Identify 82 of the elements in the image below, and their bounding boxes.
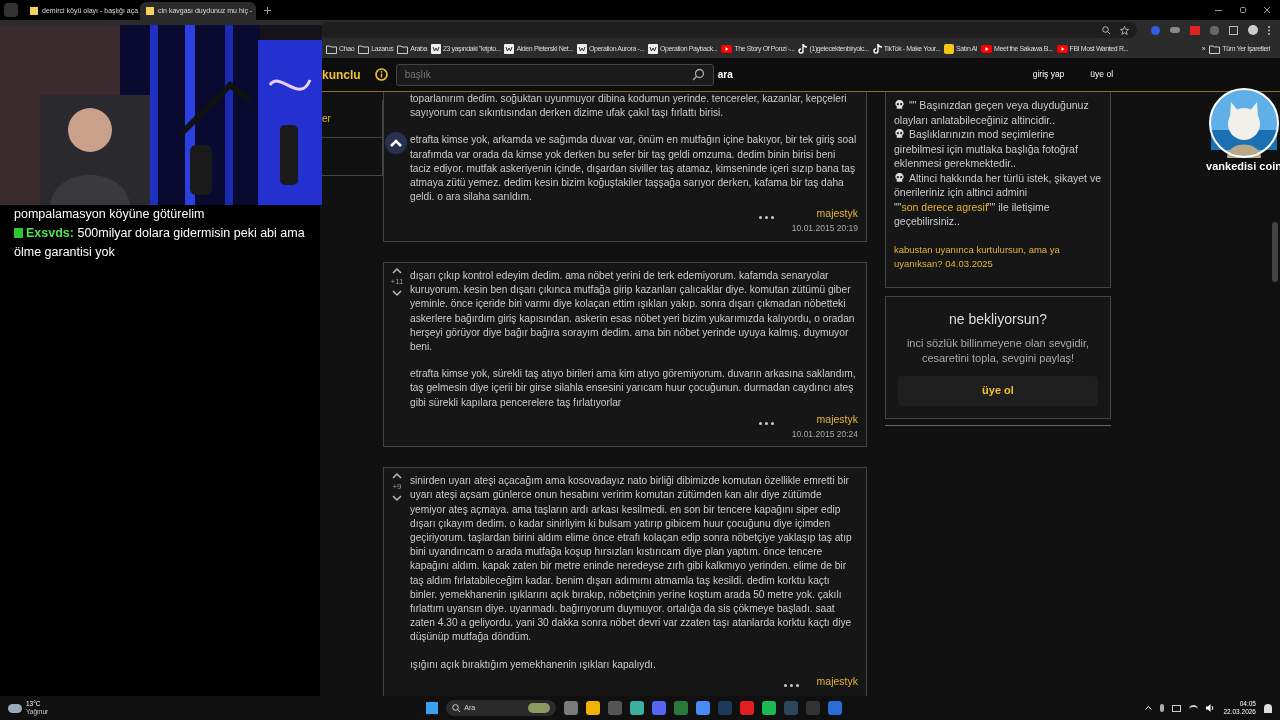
folder-icon — [397, 44, 409, 54]
author-link[interactable]: majestyk — [816, 673, 858, 690]
search-icon — [691, 68, 705, 81]
play-icon — [981, 45, 992, 53]
folder-icon — [358, 44, 370, 54]
app-icon[interactable] — [630, 701, 645, 715]
volume-icon[interactable] — [1206, 704, 1216, 712]
profile-icon[interactable] — [1248, 25, 1258, 35]
motto-text: kabustan uyanınca kurtulursun, ama ya uyanıksan? 04.03.2025 — [894, 242, 1061, 271]
page-icon — [577, 44, 587, 54]
new-tab-icon[interactable] — [264, 6, 271, 14]
vote-count: +9 — [392, 481, 402, 494]
search-highlight-icon — [528, 703, 551, 713]
rule-text: Başlıklarınızın mod seçimlerine girebilmesi için mutlaka başlığa fotoğraf eklenmesi gerekmektedir.. — [894, 127, 1079, 171]
upvote-icon[interactable] — [392, 472, 402, 480]
entry-paragraph: etrafta kimse yok, arkamda ve sağımda duvar var, önüm en mutfağın içine bakıyor, bir tek giriş soal tarafımda var orada da kimse yok derken bu sefer bir taş geldi omzuma. dedim binin birisi beni taciz ediyor. mutfak askeriyenin içinde, dışardan siviller taş atamaz, kimseninde içeri sızıp bana taş atmaya zütü yemez. dedim kesin bizim koğuştakiler taşşağa sarıyor derken, kafama bir taş daha geldi. o ara silaha sarıldım. — [410, 133, 858, 205]
search-field[interactable]: başlık — [395, 63, 714, 86]
join-title: ne bekliyorsun? — [948, 309, 1048, 329]
start-icon[interactable] — [426, 702, 439, 714]
close-window-icon[interactable] — [1264, 7, 1270, 13]
search-input[interactable]: başlık — [404, 67, 692, 82]
entry-date: 10.01.2015 20:19 — [791, 222, 858, 235]
display-icon[interactable] — [1172, 704, 1182, 712]
restore-icon[interactable] — [1240, 7, 1246, 13]
play-icon — [1056, 45, 1068, 53]
chat-message: pompalamasyon köyüne götürelim — [14, 206, 206, 223]
search-button[interactable]: ara — [717, 67, 733, 82]
entry-paragraph: sinirden uyarı ateşi açacağım ama kosovadayız nato birliği dibimizde komutan özellikle emretti bir uyarı ateşi açsam günlerce onun hesabını veririm komutan zütümden kan alır diye zütümde yemiyor ateş açmaya. ama taşların ardı arkası kesilmedi. en son bir tencere kapağını siper edip dışarı çıkayım dedim. o kadar sinirliyim ki bulsam yatırıp gibicem huur çocuğunu diye içimden geçiriyorum. taşlardan birini aldım elime önce etrafı kolaçan edip sonra nöbetçiye yaklaşıp taş atıp bini uyandırıcam o arada mutfağa koşup hırsızları kıstırıcam diye plan yaptım. önce tencere kapağını aldım. kapak zaten bir metre eninde neredeyse zırh gibi kalkmıyo yerinden. elime de bir taş aldım fırlatabileceğim kadar. benim dışarı adımımı atmamla taş kesildi. dedim korktu kaçtı binler. yemekhanenin ışıklarını açık bırakıp, nöbetçinin yerine koştum arada 50 metre yok. çakılı fırlattım uyansın diye. uyanmadı. bağırıyorum duymuyor. ortalığa da sis çökmeye başladı. saat zaten 4.30 a geliyordu. yani 30 dakka sonra nöbet devri var zzaten taşı atanlarda korktu kaçtı diye düşünüp mutfağa döndüm. — [410, 474, 853, 645]
site-logo[interactable]: kunclu — [322, 65, 361, 84]
more-menu-icon[interactable] — [783, 683, 799, 687]
login-link[interactable]: giriş yap — [1032, 68, 1065, 81]
rule-text: "" Başınızdan geçen veya duyduğunuz olayları anlatabileceğiniz altincidir.. — [894, 98, 1090, 127]
bell-icon[interactable] — [1264, 703, 1272, 713]
author-link[interactable]: majestyk — [816, 206, 858, 223]
star-icon[interactable] — [1120, 25, 1129, 35]
app-icon[interactable] — [696, 701, 711, 715]
mic-icon[interactable] — [1160, 704, 1165, 712]
skull-icon — [894, 128, 905, 139]
favicon-icon — [146, 7, 154, 15]
folder-icon — [1209, 44, 1221, 54]
app-icon[interactable] — [586, 701, 601, 715]
rule-text: Altinci hakkında her türlü istek, şikayet ve önerileriniz için altinci admini ""son derece agresif"" ile iletişime geçebilirsiniz.. — [894, 170, 1102, 229]
info-icon[interactable] — [374, 68, 388, 81]
join-text: inci sözlük billinmeyene olan sevgidir, cesaretini topla, sevgini paylaş! — [905, 335, 1091, 366]
note-icon — [872, 44, 882, 54]
entry-paragraph: toparlanırım dedim. soğuktan uyunmuyor dibina kodumun yerinde. tencereler, kazanlar, kepçeleri sayıyorum can sıkıntısından derken dizime ufak çakıl taşı fırlattı birisi. — [410, 92, 848, 121]
app-icon[interactable] — [762, 701, 777, 715]
app-icon[interactable] — [564, 701, 579, 715]
chevron-icon[interactable] — [1145, 706, 1153, 710]
admin-link[interactable]: son derece agresif — [901, 200, 988, 213]
cloud-icon — [8, 703, 22, 713]
scrollbar-thumb[interactable] — [1272, 222, 1278, 282]
entry-date: 10.01.2015 20:24 — [791, 427, 858, 441]
play-icon — [721, 45, 733, 53]
skull-icon — [894, 99, 905, 110]
favicon-icon — [30, 7, 38, 15]
more-menu-icon[interactable] — [758, 421, 774, 425]
author-link[interactable]: majestyk — [816, 411, 858, 428]
more-menu-icon[interactable] — [758, 216, 774, 220]
chevron-up-icon — [389, 138, 403, 148]
note-icon — [798, 44, 808, 54]
entry-paragraph: ışığını açık bıraktığım yemekhanenin ışıkları kapalıydı. — [410, 657, 657, 672]
app-icon[interactable] — [652, 701, 667, 715]
page-icon — [430, 44, 441, 54]
vote-count: +11 — [390, 275, 404, 288]
search-icon — [452, 704, 461, 712]
downvote-icon[interactable] — [392, 289, 402, 297]
signup-button[interactable]: üye ol — [898, 375, 1098, 406]
page-icon — [648, 44, 659, 54]
folder-icon — [326, 44, 337, 54]
minimize-icon[interactable] — [1215, 9, 1222, 11]
page-icon — [504, 44, 515, 54]
skull-icon — [894, 171, 905, 183]
badge-icon — [14, 228, 23, 238]
zoom-icon[interactable] — [1102, 26, 1110, 34]
upvote-icon[interactable] — [392, 266, 402, 274]
entry-paragraph: etrafta kimse yok, sürekli taş atıyo birileri ama kim atıyo göremiyorum. duvarın arkasına saklandım, taş gelmesin diye içerii bir girse silahla ensesini yarıcam huur çocuğunun. durmadan caydırıcı ateş gibi sürekli kapılara pencerelere taş fırlatıyorlar — [410, 367, 857, 410]
entry-paragraph: dışarı çıkıp kontrol edeyim dedim. ama nöbet yerini de terk edemiyorum. kafamda senaryolar kuruyorum. kesin ben dışarı çıkınca mutfağa girip kazanları çalıcaklar diye. komutan zütümü giber yeminle. önce içeride biri varmı diye kolaçan ettim ışıkları yakıp. sonra dışarı çıkmadan nöbetteki askerlere bağırdım giriş kapısından. askerin esas nöbet yeri bizim yukarımızda kalıyordu, o oradan herşeyi görüyor diye bağır bağıra sorayım dedim. ama bin nöbet yerinde uyuya kalmış. duymuyor beni. — [410, 268, 856, 354]
signup-link[interactable]: üye ol — [1090, 68, 1114, 81]
chat-message: Exsvds: 500milyar dolara gidermisin peki abi ama ölme garantisi yok — [14, 225, 306, 261]
app-icon — [944, 44, 955, 54]
downvote-icon[interactable] — [392, 495, 402, 503]
